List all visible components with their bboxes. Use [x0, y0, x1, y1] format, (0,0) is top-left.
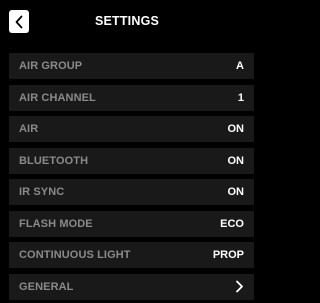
setting-label: FLASH MODE [19, 217, 93, 230]
settings-row-flash-mode[interactable]: FLASH MODE ECO [0, 206, 254, 238]
settings-row-air-group[interactable]: AIR GROUP A [0, 48, 254, 80]
header-bar: SETTINGS [0, 0, 254, 45]
setting-label: IR SYNC [19, 186, 65, 198]
setting-value: ON [227, 186, 245, 198]
page-title: SETTINGS [94, 14, 160, 28]
setting-value: ON [227, 154, 245, 167]
setting-value: ECO [220, 217, 244, 230]
setting-value: PROP [212, 249, 244, 261]
setting-label: GENERAL [19, 280, 74, 293]
settings-row-bluetooth[interactable]: BLUETOOTH ON [0, 143, 254, 175]
setting-label: BLUETOOTH [19, 154, 89, 167]
setting-label: AIR CHANNEL [19, 91, 96, 104]
setting-value: 1 [237, 91, 244, 104]
settings-row-air[interactable]: AIR ON [0, 111, 254, 143]
setting-value: ON [227, 123, 245, 135]
setting-label: AIR GROUP [19, 60, 83, 72]
settings-row-air-channel[interactable]: AIR CHANNEL 1 [0, 80, 254, 112]
setting-value: A [236, 60, 244, 72]
setting-label: AIR [19, 123, 39, 135]
settings-row-continuous-light[interactable]: CONTINUOUS LIGHT PROP [0, 237, 254, 269]
settings-row-general[interactable]: GENERAL [0, 269, 254, 301]
settings-row-ir-sync[interactable]: IR SYNC ON [0, 174, 254, 206]
setting-label: CONTINUOUS LIGHT [19, 249, 131, 261]
chevron-left-icon [15, 15, 23, 28]
back-button[interactable] [9, 10, 29, 33]
chevron-right-icon [236, 280, 243, 293]
settings-list: AIR GROUP A AIR CHANNEL 1 AIR ON BLUETOO… [0, 48, 254, 300]
